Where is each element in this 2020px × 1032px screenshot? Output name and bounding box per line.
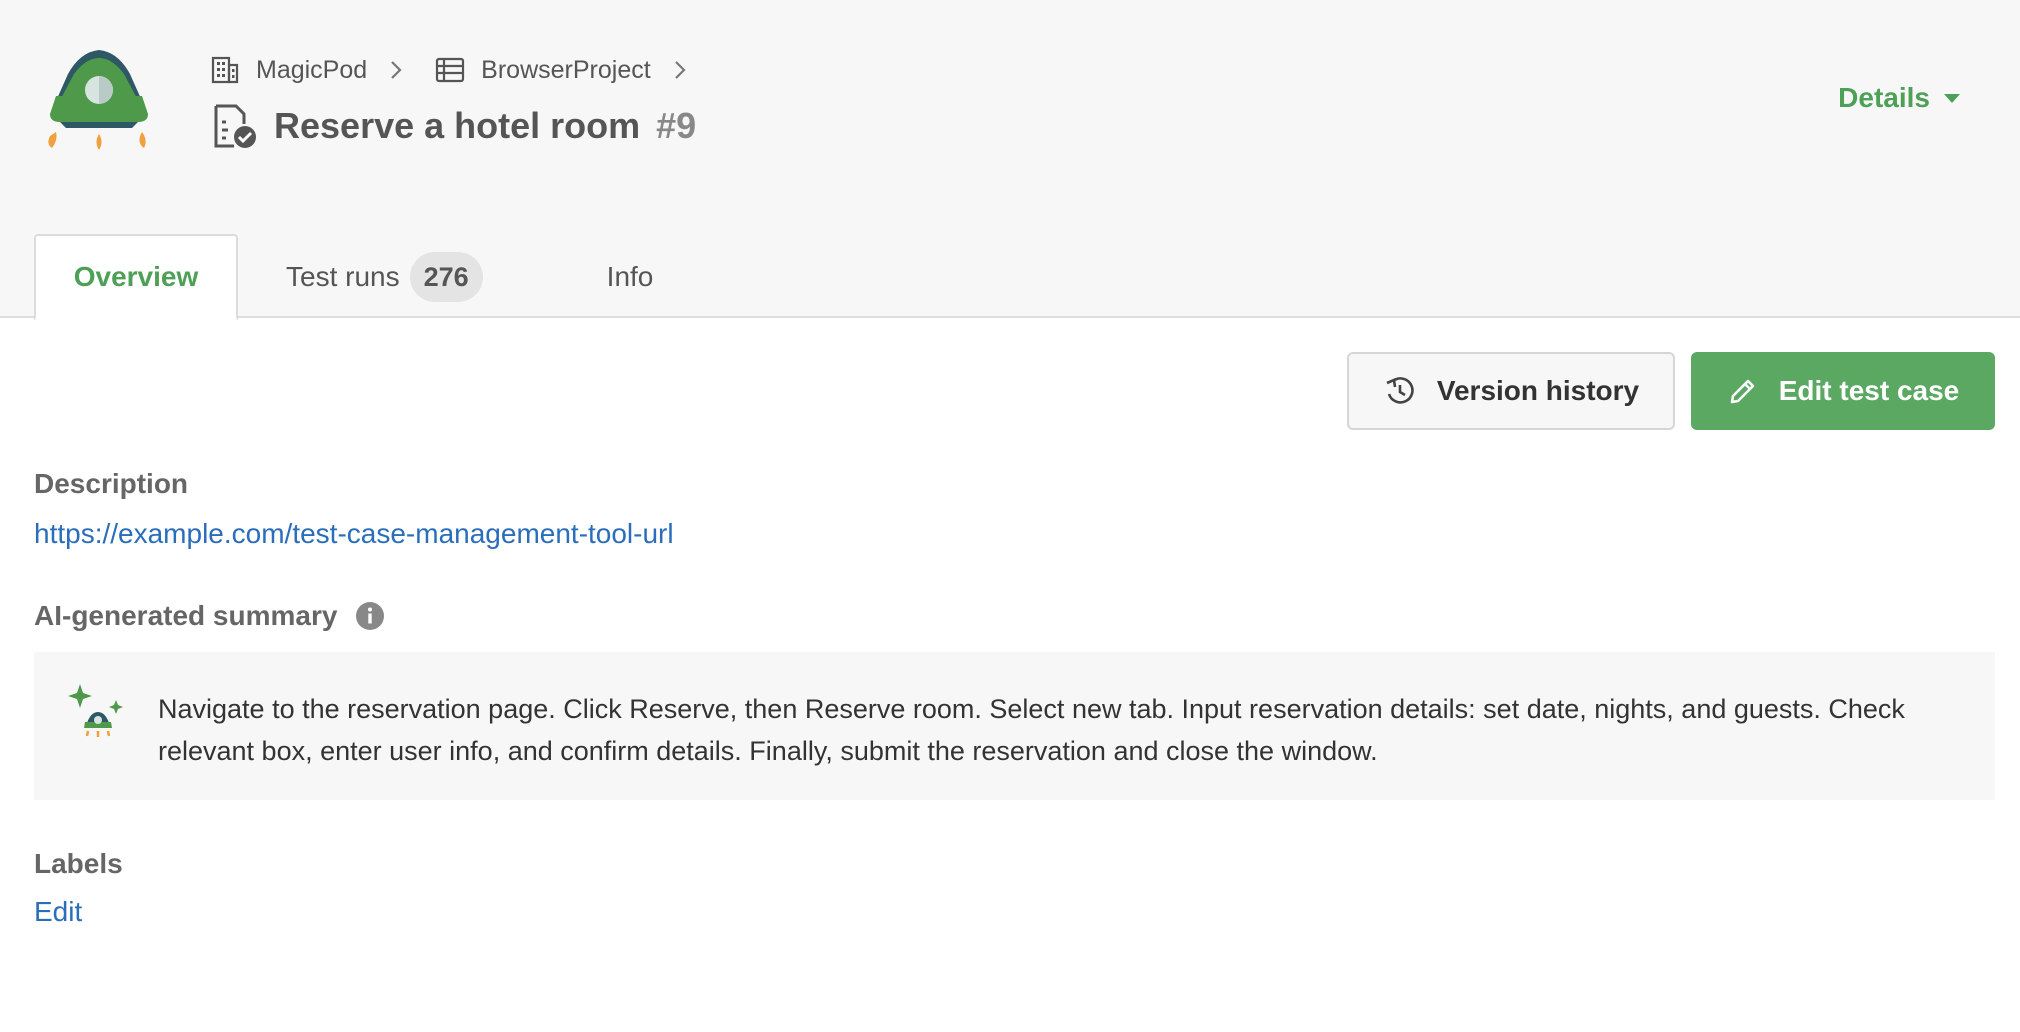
edit-test-case-button[interactable]: Edit test case bbox=[1691, 352, 1995, 430]
caret-down-icon bbox=[1944, 93, 1960, 103]
tab-bar: Overview Test runs 276 Info bbox=[34, 234, 653, 320]
page-header: MagicPod BrowserProject Reserve a hotel … bbox=[0, 0, 2020, 320]
breadcrumb-project[interactable]: BrowserProject bbox=[435, 55, 651, 85]
tab-overview[interactable]: Overview bbox=[34, 234, 238, 320]
edit-test-case-label: Edit test case bbox=[1778, 375, 1960, 406]
tab-overview-label: Overview bbox=[73, 261, 199, 292]
title-row: Reserve a hotel room #9 bbox=[210, 102, 696, 150]
ai-sparkle-rocket-icon bbox=[68, 684, 123, 737]
tab-test-runs[interactable]: Test runs 276 bbox=[286, 234, 483, 320]
breadcrumb: MagicPod BrowserProject bbox=[210, 54, 719, 86]
pencil-icon bbox=[1730, 379, 1755, 404]
details-dropdown[interactable]: Details bbox=[1838, 82, 1960, 114]
ai-summary-heading-label: AI-generated summary bbox=[34, 600, 338, 631]
building-icon bbox=[211, 56, 239, 84]
tab-info[interactable]: Info bbox=[607, 234, 654, 320]
history-icon bbox=[1386, 377, 1414, 404]
breadcrumb-org[interactable]: MagicPod bbox=[210, 55, 367, 85]
description-heading: Description bbox=[34, 468, 189, 499]
tab-info-label: Info bbox=[606, 261, 654, 292]
version-history-label: Version history bbox=[1436, 375, 1640, 406]
labels-edit-link[interactable]: Edit bbox=[34, 896, 82, 928]
breadcrumb-project-label: BrowserProject bbox=[481, 55, 651, 84]
magicpod-logo-icon[interactable] bbox=[44, 44, 154, 154]
test-case-number: #9 bbox=[656, 105, 697, 146]
info-icon[interactable] bbox=[355, 601, 385, 631]
ai-summary-box: Navigate to the reservation page. Click … bbox=[34, 652, 1995, 800]
project-table-icon bbox=[436, 57, 465, 83]
details-label: Details bbox=[1838, 82, 1930, 113]
tab-test-runs-label: Test runs bbox=[286, 261, 400, 292]
breadcrumb-org-label: MagicPod bbox=[256, 55, 368, 84]
ai-summary-heading: AI-generated summary bbox=[34, 600, 385, 632]
version-history-button[interactable]: Version history bbox=[1347, 352, 1675, 430]
labels-heading: Labels bbox=[34, 848, 123, 879]
ai-summary-text: Navigate to the reservation page. Click … bbox=[158, 694, 1905, 766]
test-runs-count-badge: 276 bbox=[409, 252, 483, 302]
description-link[interactable]: https://example.com/test-case-management… bbox=[34, 518, 674, 550]
page-title: Reserve a hotel room bbox=[274, 105, 641, 146]
chevron-right-icon bbox=[389, 59, 403, 81]
chevron-right-icon bbox=[673, 59, 687, 81]
test-case-document-icon bbox=[214, 104, 256, 148]
